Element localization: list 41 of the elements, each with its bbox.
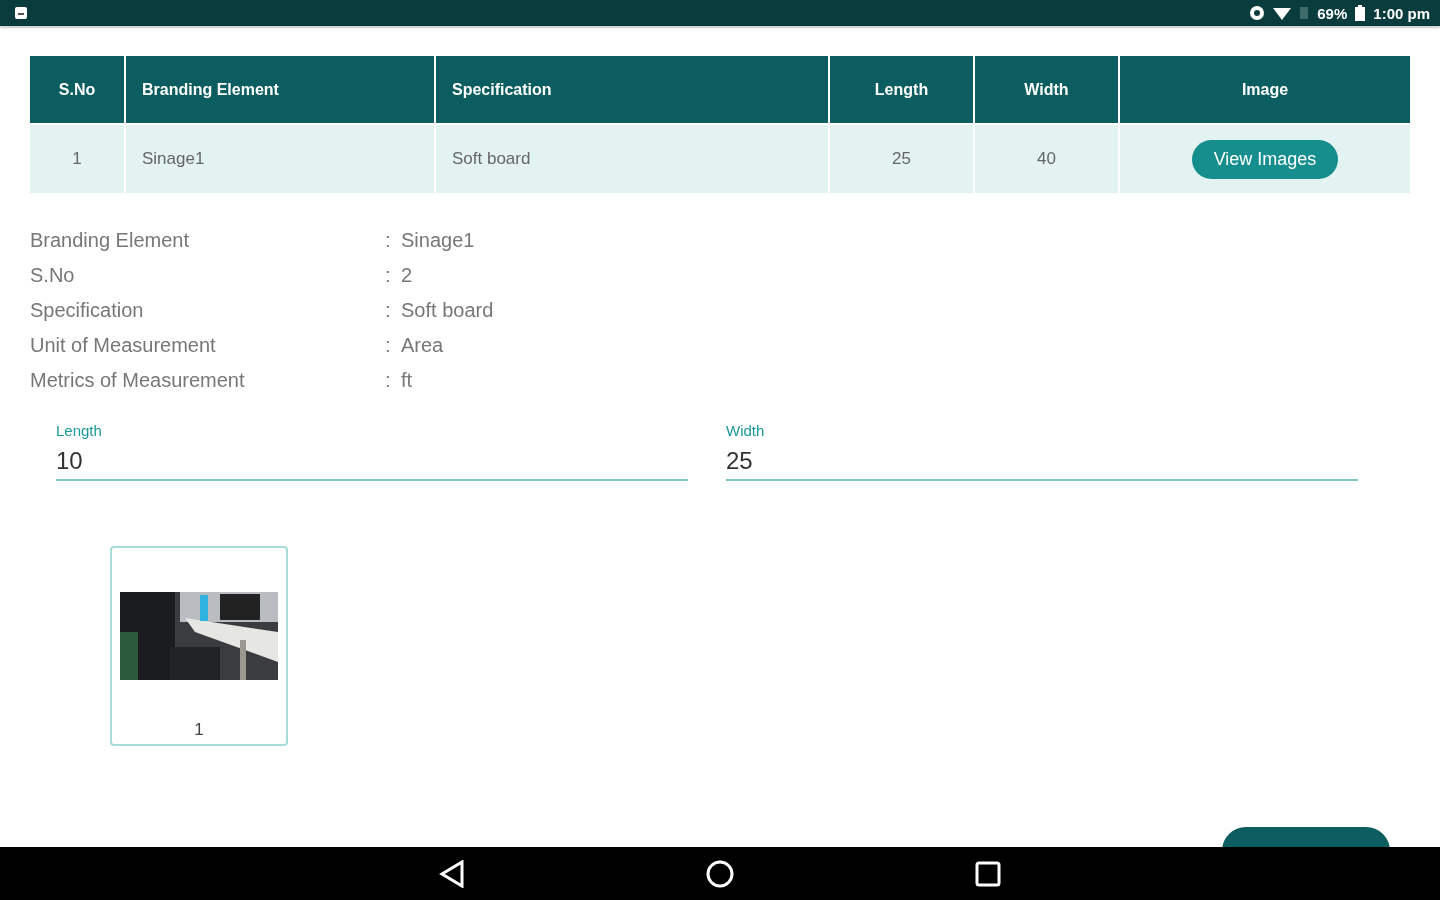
battery-percentage: 69% [1317, 4, 1348, 22]
column-header: Specification [436, 56, 828, 123]
recents-icon[interactable] [975, 860, 1001, 887]
column-header: Image [1120, 56, 1410, 123]
notification-icon [14, 6, 28, 20]
detail-value: Sinage1 [401, 229, 476, 252]
sync-icon [1249, 5, 1266, 21]
table-cell: Soft board [436, 125, 828, 193]
detail-value: Soft board [401, 299, 495, 322]
input-field[interactable]: Length 10 [56, 422, 688, 481]
detail-label: S.No [30, 264, 76, 287]
detail-label: Specification [30, 299, 145, 322]
clock-time: 1:00 pm [1373, 4, 1430, 22]
detail-colon: : [385, 369, 392, 392]
view-images-button[interactable]: View Images [1191, 139, 1339, 179]
detail-label: Metrics of Measurement [30, 369, 246, 392]
table-cell: 40 [975, 125, 1118, 193]
table-cell: 25 [830, 125, 973, 193]
detail-value: ft [401, 369, 414, 392]
column-header: Branding Element [126, 56, 434, 123]
battery-icon [1355, 5, 1366, 21]
detail-colon: : [385, 229, 392, 252]
image-card[interactable]: 1 [110, 546, 288, 746]
back-icon[interactable] [439, 859, 465, 888]
detail-label: Unit of Measurement [30, 334, 217, 357]
signal-icon [1299, 6, 1310, 20]
input-field[interactable]: Width 25 [726, 422, 1358, 481]
image-caption: 1 [194, 720, 204, 740]
detail-value: Area [401, 334, 445, 357]
detail-value: 2 [401, 264, 414, 287]
detail-label: Branding Element [30, 229, 190, 252]
table-cell: 1 [30, 125, 124, 193]
detail-colon: : [385, 264, 392, 287]
column-header: Length [830, 56, 973, 123]
home-icon[interactable] [705, 858, 735, 889]
column-header: Width [975, 56, 1118, 123]
detail-colon: : [385, 334, 392, 357]
column-header: S.No [30, 56, 124, 123]
detail-colon: : [385, 299, 392, 322]
wifi-icon [1273, 6, 1292, 20]
table-cell: Sinage1 [126, 125, 434, 193]
